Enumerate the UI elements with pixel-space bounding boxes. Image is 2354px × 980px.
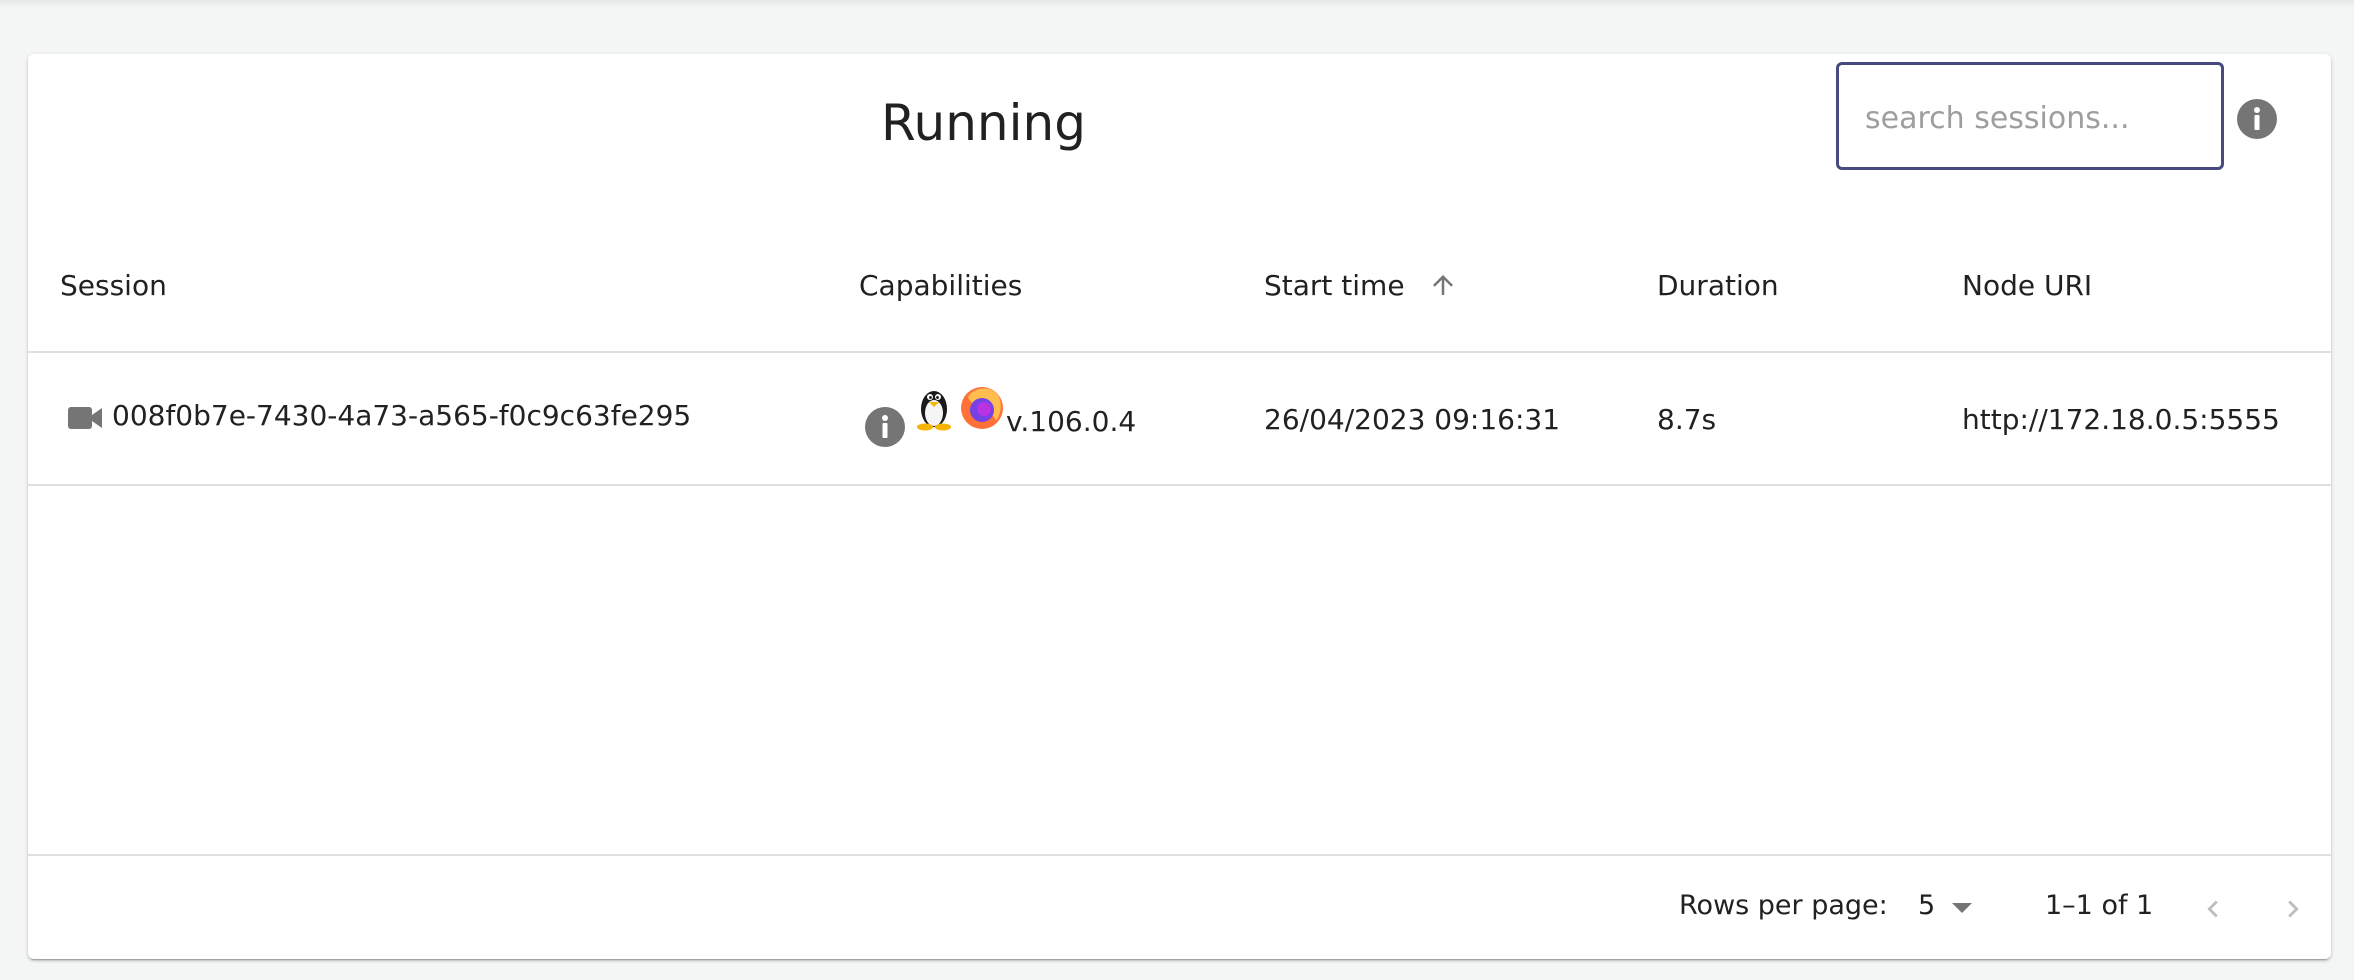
sort-arrow-up-icon[interactable] bbox=[1428, 270, 1458, 300]
column-header-start-time[interactable]: Start time bbox=[1264, 218, 1405, 353]
info-icon[interactable] bbox=[2236, 98, 2278, 140]
table-row[interactable]: 008f0b7e-7430-4a73-a565-f0c9c63fe295 v.1… bbox=[28, 353, 2331, 486]
session-id: 008f0b7e-7430-4a73-a565-f0c9c63fe295 bbox=[112, 399, 692, 432]
node-uri-cell: http://172.18.0.5:5555 bbox=[1962, 403, 2280, 436]
capabilities-info-icon[interactable] bbox=[864, 406, 906, 448]
rows-per-page-label: Rows per page: bbox=[1679, 890, 1888, 921]
rows-per-page-value: 5 bbox=[1918, 890, 1936, 921]
search-input[interactable] bbox=[1863, 89, 2197, 147]
firefox-icon bbox=[961, 387, 1003, 429]
column-header-session[interactable]: Session bbox=[60, 218, 167, 353]
top-shadow bbox=[0, 0, 2354, 8]
previous-page-icon[interactable] bbox=[2196, 892, 2230, 926]
table-pagination: Rows per page: 5 1–1 of 1 bbox=[28, 854, 2331, 959]
panel-title: Running bbox=[881, 94, 1086, 152]
column-header-node-uri[interactable]: Node URI bbox=[1962, 218, 2092, 353]
browser-version: v.106.0.4 bbox=[1006, 405, 1137, 438]
chevron-down-icon bbox=[1952, 903, 1972, 913]
next-page-icon[interactable] bbox=[2276, 892, 2310, 926]
column-header-capabilities[interactable]: Capabilities bbox=[859, 218, 1022, 353]
table-header: Session Capabilities Start time Duration… bbox=[28, 218, 2331, 353]
running-sessions-panel: Running Session Capabilities Start time … bbox=[28, 54, 2331, 959]
duration-cell: 8.7s bbox=[1657, 403, 1717, 436]
video-camera-icon[interactable] bbox=[66, 403, 104, 433]
search-field[interactable] bbox=[1836, 62, 2224, 170]
column-header-duration[interactable]: Duration bbox=[1657, 218, 1779, 353]
start-time-cell: 26/04/2023 09:16:31 bbox=[1264, 403, 1561, 436]
pagination-range: 1–1 of 1 bbox=[2045, 890, 2154, 921]
rows-per-page-select[interactable]: 5 bbox=[1918, 884, 1988, 932]
linux-tux-icon bbox=[917, 391, 951, 431]
